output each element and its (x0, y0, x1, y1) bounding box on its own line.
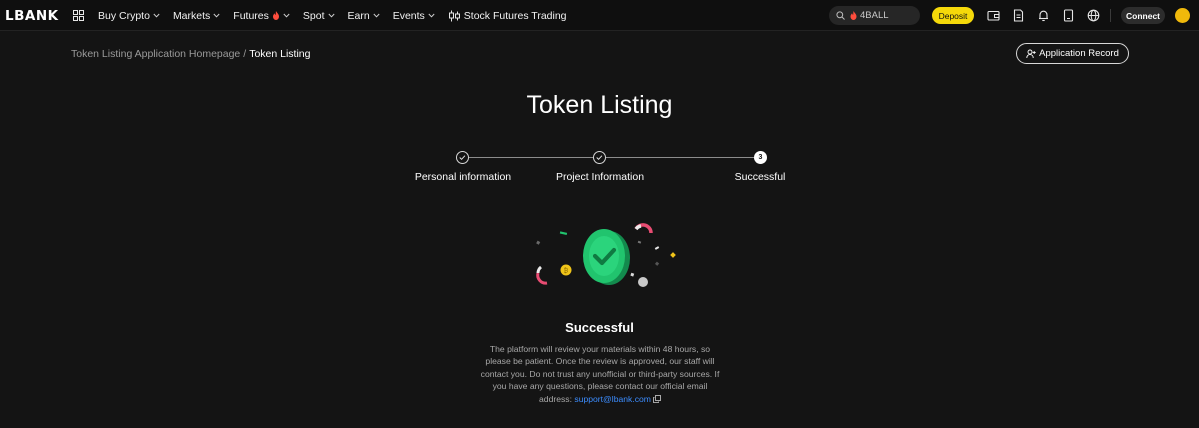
success-coin-illustration: ₿ (536, 223, 676, 287)
lbank-logo[interactable]: LBANK (5, 8, 59, 24)
nav-item-events[interactable]: Events (393, 10, 435, 22)
avatar[interactable] (1175, 8, 1190, 23)
nav-item-label: Buy Crypto (98, 9, 150, 22)
nav-item-label: Spot (302, 9, 325, 22)
chevron-down-icon (428, 13, 435, 18)
step-2-label: Project Information (555, 171, 645, 183)
step-1-label: Personal information (414, 171, 512, 183)
nav-item-markets[interactable]: Markets (173, 10, 220, 22)
nav-item-label: Futures (233, 9, 269, 22)
breadcrumb: Token Listing Application Homepage / Token… (71, 48, 311, 60)
step-3-label: Successful (734, 171, 786, 183)
bell-icon[interactable] (1037, 9, 1050, 22)
top-navigation-bar: LBANK Buy Crypto Markets Futures Spot Earn Ev… (0, 0, 1199, 31)
step-3-indicator: 3 (754, 151, 767, 164)
search-input[interactable]: 4BALL (829, 6, 920, 25)
hot-flame-icon (850, 11, 857, 20)
application-record-button[interactable]: Application Record (1016, 43, 1129, 64)
step-1-check-icon (456, 151, 469, 164)
globe-icon[interactable] (1087, 9, 1100, 22)
success-title: Successful (565, 320, 634, 335)
step-connector (469, 157, 593, 158)
user-add-icon (1026, 49, 1036, 58)
nav-item-label: Events (392, 9, 425, 22)
candlestick-icon (448, 10, 460, 21)
nav-item-spot[interactable]: Spot (303, 10, 335, 22)
apps-grid-icon[interactable] (73, 10, 84, 21)
page-title: Token Listing (526, 91, 673, 119)
nav-item-label: Stock Futures Trading (463, 9, 567, 22)
nav-item-label: Earn (347, 9, 370, 22)
document-icon[interactable] (1012, 9, 1025, 22)
download-icon[interactable] (1062, 9, 1075, 22)
breadcrumb-separator: / (243, 48, 247, 60)
connect-button[interactable]: Connect (1121, 7, 1165, 24)
chevron-down-icon (373, 13, 380, 18)
nav-item-futures[interactable]: Futures (233, 10, 290, 22)
application-record-label: Application Record (1039, 48, 1119, 59)
wallet-icon[interactable] (987, 9, 1000, 22)
nav-item-earn[interactable]: Earn (348, 10, 380, 22)
nav-item-stock-futures-trading[interactable]: Stock Futures Trading (448, 10, 567, 22)
chevron-down-icon (153, 13, 160, 18)
chevron-down-icon (327, 13, 335, 18)
breadcrumb-parent-link[interactable]: Token Listing Application Homepage (71, 48, 240, 60)
success-message: The platform will review your materials … (478, 343, 722, 405)
chevron-down-icon (283, 13, 290, 18)
support-email-link[interactable]: support@lbank.com (574, 394, 651, 404)
chevron-down-icon (213, 13, 220, 18)
main-nav: Buy Crypto Markets Futures Spot Earn Events St… (98, 0, 580, 31)
copy-icon[interactable] (653, 394, 661, 403)
breadcrumb-current: Token Listing (249, 48, 311, 60)
nav-item-buy-crypto[interactable]: Buy Crypto (98, 10, 160, 22)
hot-flame-icon (272, 11, 279, 20)
divider (1110, 9, 1111, 22)
step-2-check-icon (593, 151, 606, 164)
search-value: 4BALL (860, 10, 889, 21)
search-icon (836, 11, 845, 20)
step-connector (606, 157, 754, 158)
svg-text:₿: ₿ (564, 268, 569, 275)
nav-item-label: Markets (172, 9, 211, 22)
deposit-button[interactable]: Deposit (932, 7, 974, 24)
